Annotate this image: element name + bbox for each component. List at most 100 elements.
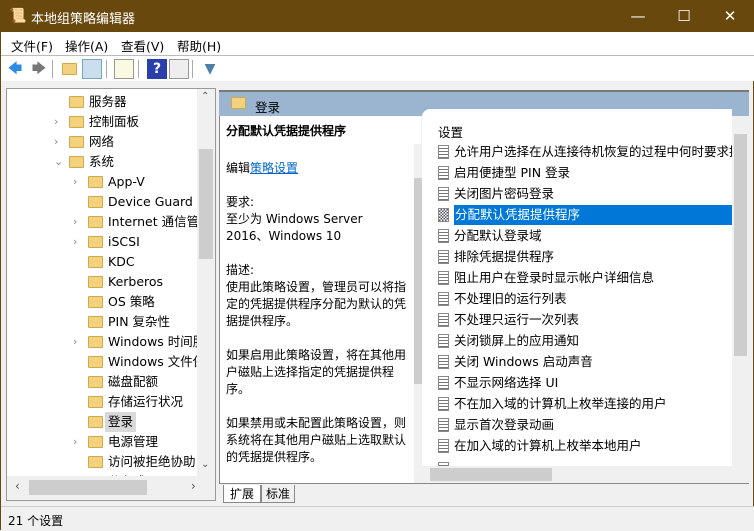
settings-column-header[interactable]: 设置 [438, 122, 463, 141]
status-text: 21 个设置 [8, 514, 64, 528]
tree-item[interactable]: Windows 文件保护 [7, 352, 215, 372]
requirements-label: 要求: [226, 195, 255, 209]
policy-icon [438, 292, 449, 306]
list-vertical-scrollbar[interactable] [732, 116, 749, 466]
tree-panel: 服务器 › 控制面板 › 网络 ⌄ 系统 › App-V Device Guard › Interne… [6, 88, 216, 501]
tree-item[interactable]: › 网络 [7, 132, 197, 152]
list-item[interactable]: 显示首次登录动画 [436, 415, 732, 435]
tree-item[interactable]: 服务器 [7, 92, 197, 112]
policy-icon [438, 439, 449, 453]
list-item[interactable]: 不处理只运行一次列表 [436, 310, 732, 330]
menu-bar: 文件(F) 操作(A) 查看(V) 帮助(H) [1, 32, 754, 56]
chevron-icon[interactable]: › [73, 212, 77, 232]
menu-file[interactable]: 文件(F) [11, 36, 53, 55]
chevron-icon[interactable]: › [73, 232, 77, 252]
tree-item-label: Kerberos [108, 274, 164, 289]
chevron-icon[interactable]: › [54, 132, 58, 152]
list-item[interactable]: 允许用户选择在从连接待机恢复的过程中何时要求提供密码 [436, 142, 732, 162]
list-item[interactable]: 关闭锁屏上的应用通知 [436, 331, 732, 351]
folder-icon [69, 96, 84, 108]
tree-item[interactable]: › 控制面板 [7, 112, 197, 132]
minimize-button[interactable]: — [615, 1, 661, 32]
list-item[interactable]: 分配默认凭据提供程序 [436, 205, 732, 225]
description-paragraph: 如果启用此策略设置，将在其他用户磁贴上选择指定的凭据提供程序。 [226, 348, 407, 396]
back-icon[interactable]: 🡄 [5, 59, 25, 79]
folder-icon [69, 136, 84, 148]
policy-settings-link[interactable]: 策略设置 [250, 161, 298, 175]
tree-item-label: 存储运行状况 [108, 394, 184, 409]
tree-item[interactable]: › Windows 时间服务 [7, 332, 215, 352]
list-item[interactable]: 不在加入域的计算机上枚举连接的用户 [436, 394, 732, 414]
folder-icon [88, 436, 103, 448]
tree-item-label: App-V [108, 174, 145, 189]
list-item[interactable]: 阻止用户在登录时显示帐户详细信息 [436, 268, 732, 288]
tree-item[interactable]: 磁盘配额 [7, 372, 197, 392]
policy-icon [438, 334, 449, 348]
divider [106, 60, 107, 78]
list-item-label: 显示首次登录动画 [454, 417, 555, 432]
forward-icon[interactable]: 🡆 [29, 59, 49, 79]
list-item[interactable]: 不显示网络选择 UI [436, 373, 732, 393]
list-item[interactable]: 关闭图片密码登录 [436, 184, 732, 204]
list-item[interactable]: 启用便捷型 PIN 登录 [436, 163, 732, 183]
tree-item[interactable]: ⌄ 系统 [7, 152, 197, 172]
show-hide-tree-icon[interactable] [82, 59, 102, 79]
list-item[interactable]: 分配默认登录域 [436, 226, 732, 246]
list-item[interactable]: 关闭 Windows 启动声音 [436, 352, 732, 372]
tree-item[interactable]: 访问被拒绝协助 [7, 452, 197, 472]
tree-item[interactable]: › App-V [7, 172, 197, 192]
tab-extended[interactable]: 扩展 [223, 485, 262, 503]
list-item-label: 不在加入域的计算机上枚举连接的用户 [454, 396, 667, 411]
chevron-icon[interactable]: › [54, 112, 58, 132]
list-item[interactable]: 排除凭据提供程序 [436, 247, 732, 267]
list-item-label: 在加入域的计算机上枚举本地用户 [454, 438, 642, 453]
list-item[interactable]: 在加入域的计算机上枚举本地用户 [436, 436, 732, 456]
help-icon[interactable]: ? [147, 59, 167, 79]
folder-icon [88, 256, 103, 268]
list-item-label: 关闭锁屏上的应用通知 [454, 333, 580, 348]
tree-item[interactable]: 登录 [7, 412, 197, 432]
tree-item-label: 电源管理 [108, 434, 159, 449]
tree-item[interactable]: PIN 复杂性 [7, 312, 197, 332]
detail-header-title: 登录 [255, 100, 281, 115]
close-button[interactable]: ✕ [707, 1, 753, 32]
requirements-text: 至少为 Windows Server 2016、Windows 10 [226, 212, 363, 243]
up-folder-icon[interactable] [62, 63, 77, 75]
menu-help[interactable]: 帮助(H) [177, 36, 221, 55]
policy-icon [438, 271, 449, 285]
folder-icon [88, 356, 103, 368]
tree-horizontal-scrollbar[interactable]: ‹ › [7, 476, 215, 500]
chevron-icon[interactable]: ⌄ [54, 152, 63, 172]
tree-item[interactable]: › 电源管理 [7, 432, 197, 452]
tree-vertical-scrollbar[interactable]: ⌃ ⌄ [197, 89, 215, 476]
list-item[interactable]: 不处理旧的运行列表 [436, 289, 732, 309]
tree-item[interactable]: Kerberos [7, 272, 197, 292]
folder-icon [88, 276, 103, 288]
policy-icon [438, 355, 449, 369]
maximize-button[interactable]: ☐ [661, 1, 707, 32]
tree-item[interactable]: KDC [7, 252, 197, 272]
tree-item[interactable]: › iSCSI [7, 232, 197, 252]
list-horizontal-scrollbar[interactable] [422, 466, 732, 483]
tree-item[interactable]: Device Guard [7, 192, 197, 212]
menu-view[interactable]: 查看(V) [121, 36, 164, 55]
tree-item-label: 登录 [105, 412, 137, 432]
description-paragraph: 使用此策略设置，管理员可以将指定的凭据提供程序分配为默认的凭据提供程序。 [226, 280, 407, 328]
policy-icon [438, 166, 449, 180]
tab-standard[interactable]: 标准 [261, 485, 296, 503]
list-item-label: 分配默认登录域 [454, 228, 542, 243]
tree-item[interactable]: › Internet 通信管理 [7, 212, 212, 232]
list-item-label: 排除凭据提供程序 [454, 249, 555, 264]
action-pane-icon[interactable] [169, 59, 189, 79]
folder-icon [88, 296, 103, 308]
chevron-icon[interactable]: › [73, 332, 77, 352]
description-paragraph: 如果禁用或未配置此策略设置，则系统将在其他用户磁贴上选取默认的凭据提供程序。 [226, 416, 407, 464]
chevron-icon[interactable]: › [73, 172, 77, 192]
chevron-icon[interactable]: › [73, 432, 77, 452]
folder-icon [88, 336, 103, 348]
filter-icon[interactable]: ▼ [200, 59, 220, 79]
tree-item[interactable]: OS 策略 [7, 292, 197, 312]
tree-item[interactable]: 存储运行状况 [7, 392, 197, 412]
export-list-icon[interactable] [114, 59, 134, 79]
menu-action[interactable]: 操作(A) [65, 36, 108, 55]
